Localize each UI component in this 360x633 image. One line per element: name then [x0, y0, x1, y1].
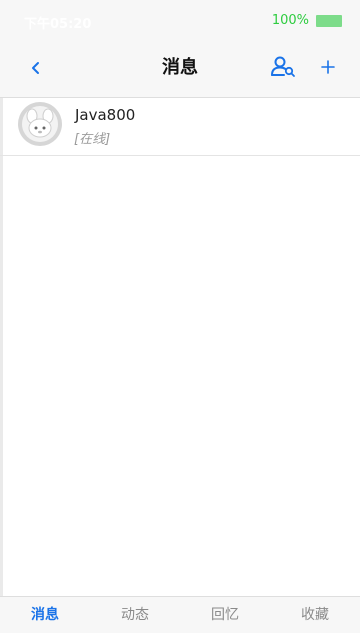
battery-percent: 100% [271, 13, 309, 28]
tab-messages[interactable]: 消息 [0, 597, 90, 633]
status-time: 下午05:20 [24, 17, 92, 32]
plus-icon [321, 60, 335, 74]
message-item[interactable]: Java800 [在线] [0, 98, 360, 156]
battery-icon [316, 14, 342, 27]
add-button[interactable] [316, 53, 340, 81]
page-title: 消息 [162, 57, 198, 78]
contacts-icon [271, 56, 295, 77]
contact-name: Java800 [75, 106, 136, 124]
message-list: Java800 [在线] [0, 98, 360, 156]
nav-bar: 消息 [0, 40, 360, 98]
status-bar: 下午05:20 100% [0, 0, 360, 40]
online-status: [在线] [74, 132, 111, 147]
tab-bar: 消息 动态 回忆 收藏 [0, 596, 360, 633]
tab-favorites[interactable]: 收藏 [270, 597, 360, 633]
contacts-button[interactable] [270, 54, 296, 80]
avatar-icon [18, 102, 62, 146]
tab-memories[interactable]: 回忆 [180, 597, 270, 633]
tab-moments[interactable]: 动态 [90, 597, 180, 633]
battery-indicator: 100% [272, 13, 342, 28]
